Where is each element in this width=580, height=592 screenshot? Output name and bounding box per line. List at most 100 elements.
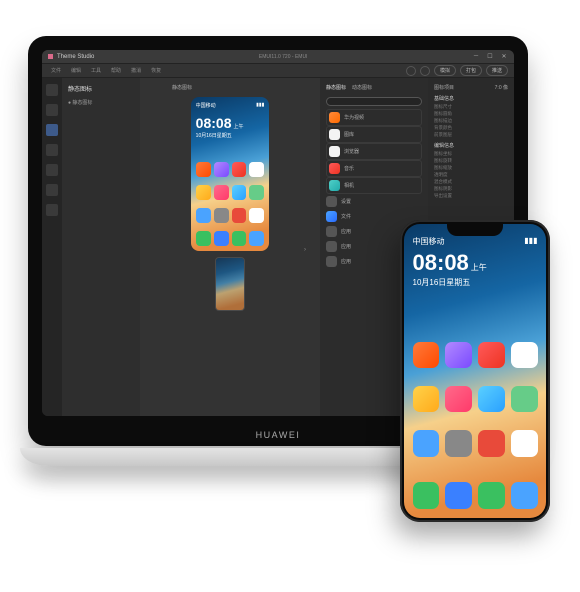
property-row[interactable]: 背景颜色 [434,125,508,131]
rail-item-2[interactable] [46,124,58,136]
toolbar-undo[interactable]: 撤消 [128,66,144,75]
dock [413,482,538,509]
property-row[interactable]: 图标尺寸 [434,104,508,110]
app-icon [232,208,247,223]
props-section-2: 编辑信息 [434,142,508,149]
clock-date: 10月16日星期五 [413,277,487,288]
canvas-area: 静态图标 中国移动 ▮▮▮ 08:08上午 10月16日星期五 [140,78,320,416]
app-icon [196,208,211,223]
icon-list-label: 文件 [341,213,351,220]
property-row[interactable]: 透明度 [434,172,508,178]
window-maximize[interactable]: ☐ [486,53,494,60]
app-icon [249,185,264,200]
app-icon [232,185,247,200]
rail-item-5[interactable] [46,184,58,196]
property-row[interactable]: 图标阴影 [434,186,508,192]
app-icon[interactable] [413,342,440,369]
homescreen-thumb [216,258,244,310]
property-row[interactable]: 图标圆角 [434,111,508,117]
app-icon[interactable] [445,386,472,413]
app-icon[interactable] [511,386,538,413]
app-icon [249,162,264,177]
status-battery-icon: ▮▮▮ [524,236,537,247]
icon-list-row[interactable]: 音乐 [326,160,422,177]
app-icon [326,241,337,252]
phone-preview[interactable]: 中国移动 ▮▮▮ 08:08上午 10月16日星期五 [191,97,269,251]
canvas-next-icon[interactable]: › [304,247,314,257]
property-row[interactable]: 图标坐标 [434,151,508,157]
rail-item-0[interactable] [46,84,58,96]
app-icon[interactable] [478,386,505,413]
dock-icon [214,231,229,246]
app-row-3 [196,208,265,223]
toolbar-redo[interactable]: 恢复 [148,66,164,75]
icon-search-input[interactable] [326,97,422,106]
icon-list-row[interactable]: 图库 [326,126,422,143]
dock-browser-icon[interactable] [511,482,538,509]
app-row-2 [413,386,538,413]
dock-contacts-icon[interactable] [445,482,472,509]
app-icon[interactable] [511,342,538,369]
dock-messages-icon[interactable] [478,482,505,509]
tree-panel: 静态图标 ● 静态图标 [62,78,140,416]
window-close[interactable]: ✕ [500,53,508,60]
icon-list-row[interactable]: 华为视频 [326,109,422,126]
app-row-2 [196,185,265,200]
icon-list-row[interactable]: 设置 [326,194,422,209]
icon-list-label: 浏览器 [344,148,359,155]
list-tab-static[interactable]: 静态图标 [326,84,346,91]
icon-list-label: 图库 [344,131,354,138]
app-icon [326,226,337,237]
property-row[interactable]: 图标描边 [434,118,508,124]
toolbar-circle-2[interactable] [420,66,430,76]
app-icon [196,162,211,177]
rail-item-3[interactable] [46,144,58,156]
app-icon[interactable] [511,430,538,457]
menu-edit[interactable]: 编辑 [68,66,84,75]
app-icon[interactable] [478,342,505,369]
props-section-1: 基础信息 [434,95,508,102]
icon-list-row[interactable]: 浏览器 [326,143,422,160]
icon-list-label: 应用 [341,243,351,250]
rail-item-1[interactable] [46,104,58,116]
toolbar-package[interactable]: 打包 [460,65,482,76]
canvas-title: 静态图标 [172,84,192,91]
icon-list-label: 应用 [341,258,351,265]
dock-icon [232,231,247,246]
phone-thumbnail[interactable] [215,257,245,311]
toolbar-push[interactable]: 推送 [486,65,508,76]
dock-icon [249,231,264,246]
phone-device: 中国移动 ▮▮▮ 08:08上午 10月16日星期五 [400,220,550,522]
window-minimize[interactable]: ─ [472,53,480,60]
rail-item-4[interactable] [46,164,58,176]
menu-file[interactable]: 文件 [48,66,64,75]
toolbar-simulate[interactable]: 模拟 [434,65,456,76]
property-row[interactable]: 图标旋转 [434,158,508,164]
dock-phone-icon[interactable] [413,482,440,509]
icon-list-label: 华为视频 [344,114,364,121]
app-icon [329,146,340,157]
rail-item-6[interactable] [46,204,58,216]
homescreen-preview: 中国移动 ▮▮▮ 08:08上午 10月16日星期五 [191,97,269,251]
app-icon[interactable] [413,430,440,457]
menu-tools[interactable]: 工具 [88,66,104,75]
app-icon[interactable] [478,430,505,457]
app-icon [214,208,229,223]
clock-ampm: 上午 [233,124,243,130]
menu-help[interactable]: 帮助 [108,66,124,75]
property-row[interactable]: 导出设置 [434,193,508,199]
app-icon[interactable] [413,386,440,413]
icon-list-row[interactable]: 相机 [326,177,422,194]
toolbar-circle-1[interactable] [406,66,416,76]
app-icon [214,185,229,200]
app-icon [48,54,53,59]
property-row[interactable]: 前景图层 [434,132,508,138]
app-icon[interactable] [445,430,472,457]
property-row[interactable]: 混合模式 [434,179,508,185]
icon-list-row[interactable]: 文件 [326,209,422,224]
list-tab-dynamic[interactable]: 动态图标 [352,84,372,91]
property-row[interactable]: 图标缩放 [434,165,508,171]
icon-list-label: 相机 [344,182,354,189]
tree-item-0[interactable]: ● 静态图标 [68,99,134,106]
app-icon[interactable] [445,342,472,369]
